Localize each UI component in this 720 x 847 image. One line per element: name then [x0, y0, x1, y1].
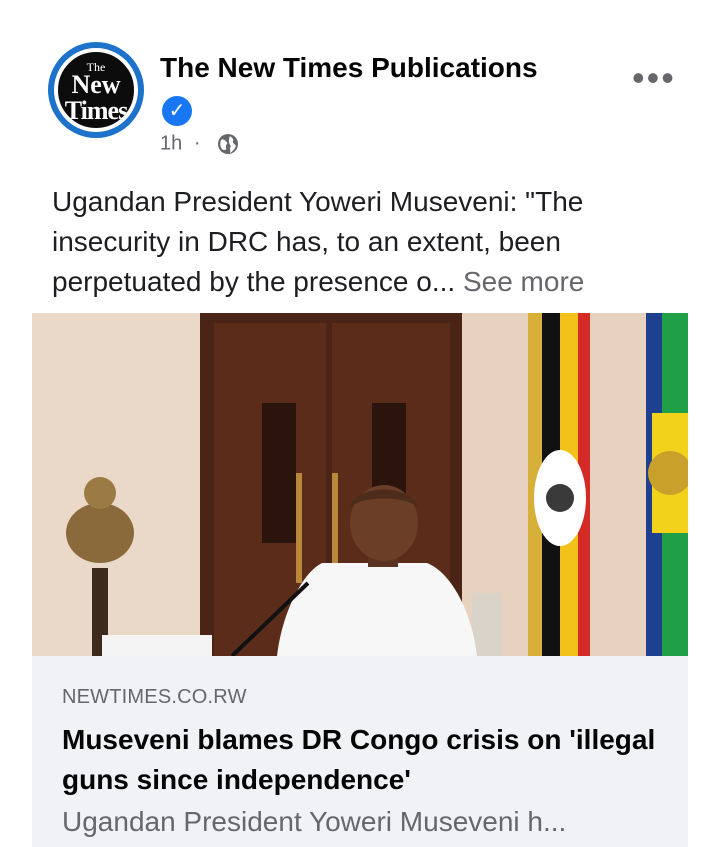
post-header: The New Times The New Times Publications…	[0, 0, 720, 170]
link-domain: NEWTIMES.CO.RW	[62, 686, 247, 708]
page-name-link[interactable]: The New Times Publications	[160, 52, 538, 84]
post-meta: 1h ·	[160, 132, 240, 156]
globe-icon[interactable]	[216, 132, 240, 156]
verified-badge-icon: ✓	[162, 96, 192, 126]
post-photo[interactable]	[32, 313, 688, 656]
meta-separator: ·	[193, 132, 201, 155]
page-avatar[interactable]: The New Times	[48, 42, 144, 138]
more-options-icon[interactable]: •••	[632, 60, 676, 96]
see-more-link[interactable]: See more	[463, 266, 584, 297]
link-description: Ugandan President Yoweri Museveni h...	[62, 806, 567, 837]
photo-illustration	[32, 313, 688, 656]
logo-text-times: Times	[64, 96, 128, 125]
link-preview-card[interactable]: NEWTIMES.CO.RW Museveni blames DR Congo …	[32, 656, 688, 847]
post-time[interactable]: 1h	[160, 132, 182, 154]
avatar-logo: The New Times	[54, 48, 138, 132]
post-caption: Ugandan President Yoweri Museveni: "The …	[52, 182, 692, 302]
link-headline: Museveni blames DR Congo crisis on 'ille…	[62, 724, 656, 795]
